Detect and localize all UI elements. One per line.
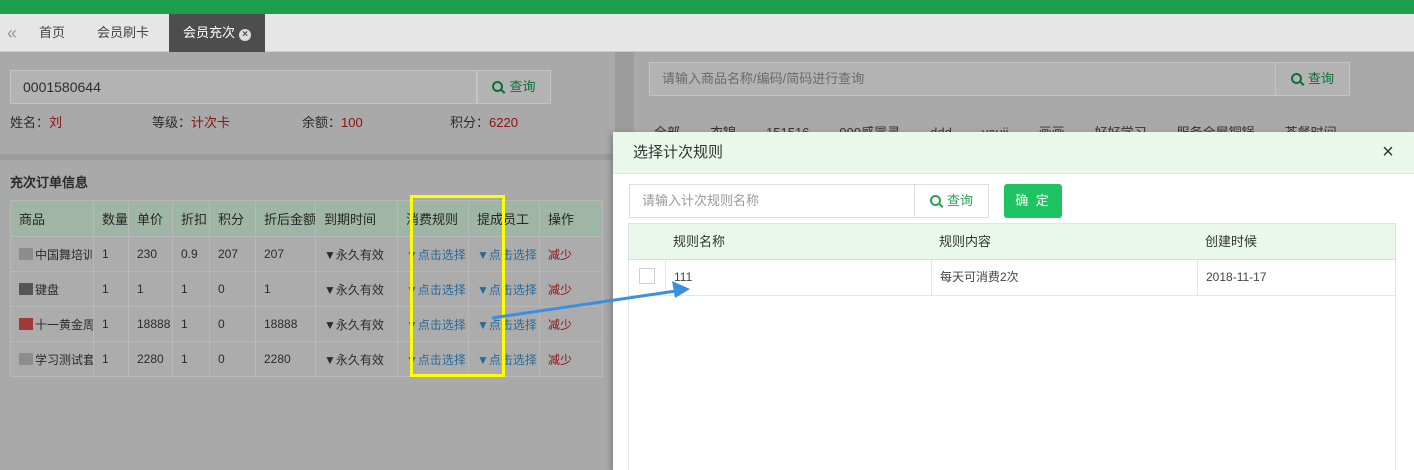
annotation-arrow-icon — [491, 281, 690, 320]
